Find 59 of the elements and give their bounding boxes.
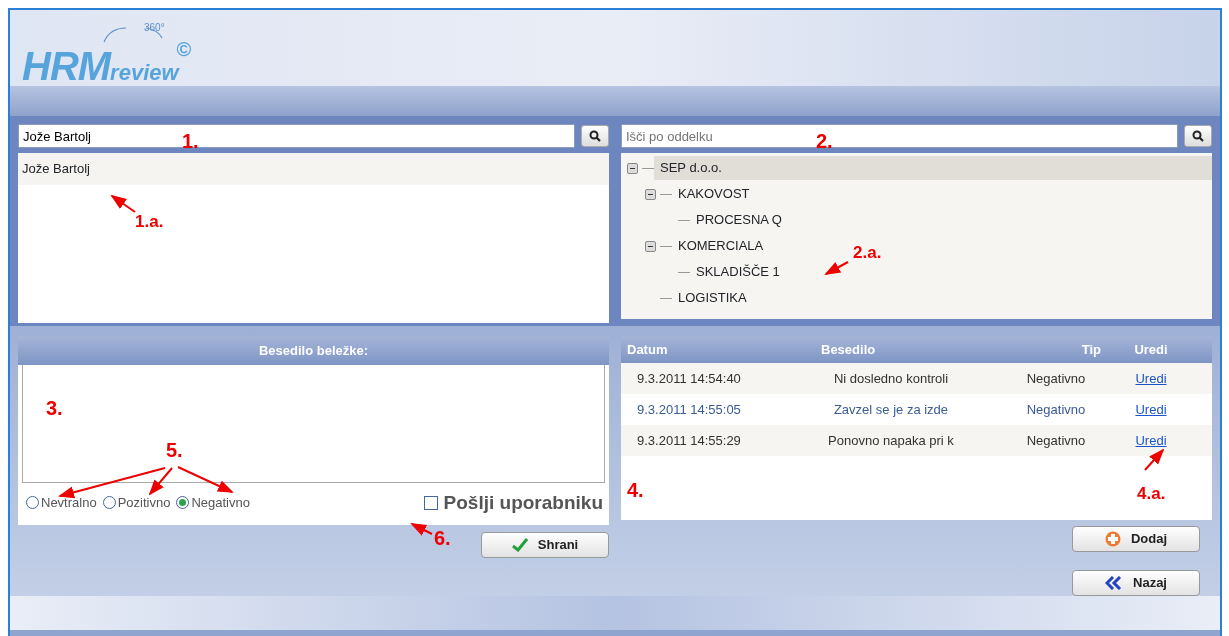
annotation-label: 3. [46,398,63,418]
annotation-label: 4. [627,480,644,500]
table-row[interactable]: 9.3.2011 14:55:29 Ponovno napaka pri k Negativno Uredi [621,425,1212,457]
collapse-icon[interactable] [645,240,656,252]
search-icon [1192,130,1204,142]
annotation-label: 5. [166,440,183,460]
back-button[interactable]: Nazaj [1072,570,1200,596]
tree-item[interactable]: KOMERCIALA [672,234,770,258]
column-header: Besedilo [820,340,877,359]
table-cell: Negativno [1026,432,1086,448]
table-cell: Ni dosledno kontroli [833,370,949,386]
collapse-icon[interactable] [645,188,656,200]
edit-link[interactable]: Uredi [1135,370,1167,386]
annotation-label: 2.a. [853,244,882,261]
tree-item[interactable]: PROCESNA Q [690,208,788,232]
list-item[interactable]: Jože Bartolj [18,153,609,185]
search-button[interactable] [581,125,609,147]
check-icon [511,537,528,552]
annotation-arrow [824,261,849,275]
radio-label: Negativno [191,494,250,512]
search-icon [589,130,601,142]
logo: 360° HRMreview © [22,21,192,90]
table-row[interactable]: 9.3.2011 14:55:05 Zavzel se je za izde Negativno Uredi [621,394,1212,426]
tree-item[interactable]: KAKOVOST [672,182,756,206]
edit-link[interactable]: Uredi [1135,432,1167,448]
table-cell: Ponovno napaka pri k [828,432,954,448]
save-button[interactable]: Shrani [481,531,609,558]
add-button[interactable]: Dodaj [1072,526,1200,552]
table-row[interactable]: 9.3.2011 14:54:40 Ni dosledno kontroli Negativno Uredi [621,363,1212,395]
checkbox[interactable] [423,495,438,510]
annotation-label: 1. [182,131,199,151]
table-cell: 9.3.2011 14:55:29 [637,432,741,448]
collapse-icon[interactable] [627,162,638,174]
table-cell: Negativno [1026,401,1086,417]
table-cell: Zavzel se je za izde [833,401,949,417]
annotation-label: 2. [816,131,833,151]
search-button[interactable] [1184,125,1212,147]
annotation-arrow [1144,448,1165,471]
double-chevron-icon [1105,576,1123,590]
add-icon [1104,531,1121,547]
table-cell: Negativno [1026,370,1086,386]
radio-label: Nevtralno [41,494,97,512]
annotation-label: 1.a. [135,213,164,230]
table-cell: 9.3.2011 14:54:40 [637,370,741,386]
column-header: Uredi [1133,340,1169,359]
annotation-label: 6. [434,528,451,548]
edit-link[interactable]: Uredi [1135,401,1167,417]
tree-item[interactable]: SEP d.o.o. [654,156,1212,180]
checkbox-label: Pošlji uporabniku [443,490,603,515]
tree-item[interactable]: LOGISTIKA [672,286,753,310]
column-header: Tip [1080,340,1102,359]
column-header: Datum [626,340,669,359]
annotation-arrow [110,194,136,213]
tree-item[interactable]: SKLADIŠČE 1 [690,260,786,284]
table-cell: 9.3.2011 14:55:05 [637,401,741,417]
annotation-label: 4.a. [1137,485,1166,502]
panel-title: Besedilo beležke: [258,341,369,360]
annotation-arrow [410,523,433,536]
radio-label: Pozitivno [117,494,171,512]
